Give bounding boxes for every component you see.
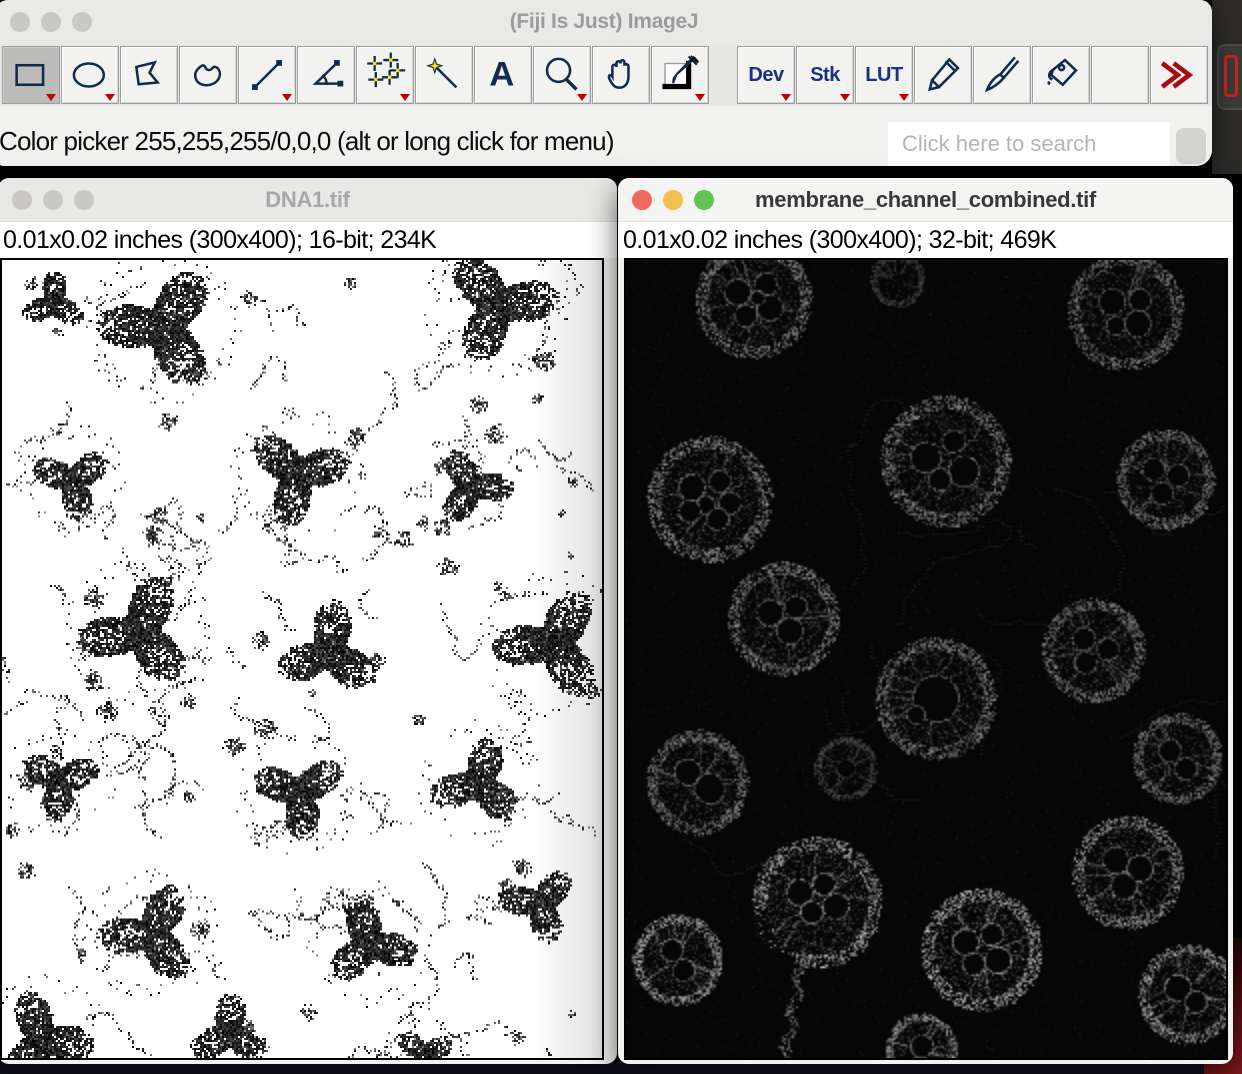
color-picker-icon	[657, 52, 703, 98]
dna-window-title: DNA1.tif	[265, 187, 349, 213]
membrane-image-window: membrane_channel_combined.tif 0.01x0.02 …	[618, 178, 1233, 1064]
rectangle-icon	[8, 52, 54, 98]
polygon-tool[interactable]	[120, 46, 178, 104]
desktop: (Fiji Is Just) ImageJ A Dev Stk LUT Color p…	[0, 0, 1242, 1074]
imagej-main-window: (Fiji Is Just) ImageJ A Dev Stk LUT Color p…	[0, 0, 1212, 166]
pencil-tool[interactable]	[914, 46, 972, 104]
brush-icon	[979, 52, 1025, 98]
status-message: Color picker 255,255,255/0,0,0 (alt or l…	[0, 126, 614, 157]
wand-icon	[421, 52, 467, 98]
dropdown-arrow-icon	[577, 94, 587, 101]
fill-tool[interactable]	[1032, 46, 1090, 104]
dna-image-area	[0, 258, 604, 1060]
main-titlebar[interactable]: (Fiji Is Just) ImageJ	[0, 0, 1212, 44]
line-icon	[244, 52, 290, 98]
dev-menu-label: Dev	[748, 64, 783, 87]
oval-tool[interactable]	[61, 46, 119, 104]
point-icon	[362, 52, 408, 98]
membrane-titlebar[interactable]: membrane_channel_combined.tif	[618, 178, 1233, 222]
lut-menu[interactable]: LUT	[855, 46, 913, 104]
brush-tool[interactable]	[973, 46, 1031, 104]
dropdown-arrow-icon	[105, 94, 115, 101]
fullscreen-button[interactable]	[74, 190, 94, 210]
background-button-fragment	[1217, 44, 1242, 110]
freehand-tool[interactable]	[179, 46, 237, 104]
dropdown-arrow-icon	[695, 94, 705, 101]
search-box	[888, 122, 1170, 166]
zoom-icon	[539, 52, 585, 98]
rectangle-tool[interactable]	[2, 46, 60, 104]
dna-titlebar[interactable]: DNA1.tif	[0, 178, 617, 222]
close-button[interactable]	[12, 190, 32, 210]
membrane-image-canvas[interactable]	[626, 260, 1226, 1058]
dev-menu[interactable]: Dev	[737, 46, 795, 104]
corner-grip	[1176, 128, 1206, 164]
membrane-window-title: membrane_channel_combined.tif	[755, 187, 1096, 213]
fill-icon	[1038, 52, 1084, 98]
dropdown-arrow-icon	[400, 94, 410, 101]
color-picker-tool[interactable]	[651, 46, 709, 104]
close-button[interactable]	[10, 12, 30, 32]
search-input[interactable]	[888, 122, 1170, 166]
stk-menu-label: Stk	[810, 64, 840, 87]
angle-tool[interactable]	[297, 46, 355, 104]
dna-image-canvas[interactable]	[2, 260, 602, 1058]
text-tool[interactable]: A	[474, 46, 532, 104]
zoom-tool[interactable]	[533, 46, 591, 104]
stk-menu[interactable]: Stk	[796, 46, 854, 104]
hand-icon	[598, 52, 644, 98]
membrane-image-info: 0.01x0.02 inches (300x400); 32-bit; 469K	[618, 222, 1233, 258]
text-icon: A	[480, 52, 526, 98]
more-tools[interactable]	[1150, 46, 1208, 104]
freehand-icon	[185, 52, 231, 98]
traffic-lights	[10, 12, 92, 32]
close-button[interactable]	[632, 190, 652, 210]
dropdown-arrow-icon	[282, 94, 292, 101]
dropdown-arrow-icon	[840, 94, 850, 101]
dna-image-window: DNA1.tif 0.01x0.02 inches (300x400); 16-…	[0, 178, 617, 1064]
fullscreen-button[interactable]	[72, 12, 92, 32]
oval-icon	[67, 52, 113, 98]
minimize-button[interactable]	[41, 12, 61, 32]
polygon-icon	[126, 52, 172, 98]
angle-icon	[303, 52, 349, 98]
minimize-button[interactable]	[663, 190, 683, 210]
lut-menu-label: LUT	[865, 64, 902, 87]
dna-image-info: 0.01x0.02 inches (300x400); 16-bit; 234K	[0, 222, 617, 258]
dropdown-arrow-icon	[46, 94, 56, 101]
empty-slot[interactable]	[1091, 46, 1149, 104]
svg-text:A: A	[489, 55, 514, 93]
traffic-lights	[632, 190, 714, 210]
imagej-toolbar: A Dev Stk LUT	[2, 46, 1209, 104]
more-tools-icon	[1156, 52, 1202, 98]
background-window-fragment	[1212, 0, 1242, 174]
traffic-lights	[12, 190, 94, 210]
dropdown-arrow-icon	[781, 94, 791, 101]
membrane-image-area	[624, 258, 1228, 1060]
wand-tool[interactable]	[415, 46, 473, 104]
point-tool[interactable]	[356, 46, 414, 104]
minimize-button[interactable]	[43, 190, 63, 210]
line-tool[interactable]	[238, 46, 296, 104]
dropdown-arrow-icon	[899, 94, 909, 101]
hand-tool[interactable]	[592, 46, 650, 104]
main-window-title: (Fiji Is Just) ImageJ	[510, 10, 699, 34]
background-red-icon-fragment	[1224, 55, 1238, 97]
imagej-statusbar: Color picker 255,255,255/0,0,0 (alt or l…	[0, 106, 1212, 166]
pencil-icon	[920, 52, 966, 98]
fullscreen-button[interactable]	[694, 190, 714, 210]
